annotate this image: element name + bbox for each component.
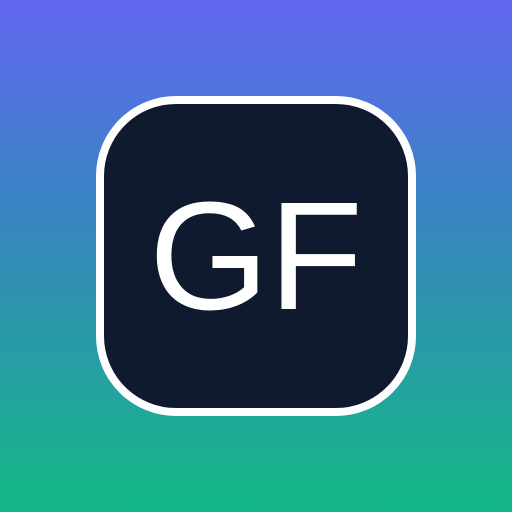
monogram-text: GF [149, 170, 363, 342]
app-icon-tile: GF [96, 96, 416, 416]
app-icon-canvas: { "icon": { "monogram": "GF", "colors": … [0, 0, 512, 512]
